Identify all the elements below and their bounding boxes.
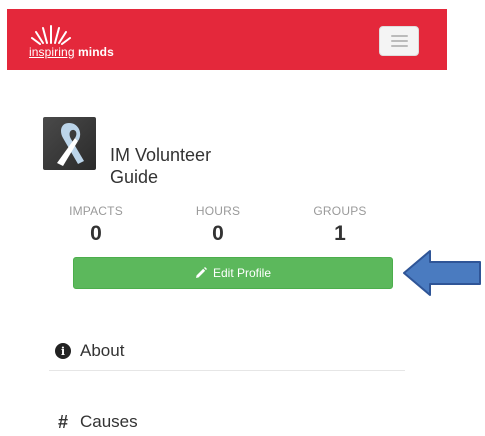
menu-item-about[interactable]: i About (55, 337, 124, 365)
logo-text-bold: minds (78, 45, 114, 59)
hashtag-icon: # (57, 411, 68, 432)
logo-text-thin: inspiring (29, 45, 75, 59)
menu-item-about-label: About (80, 341, 125, 360)
stat-hours-label: HOURS (195, 204, 241, 218)
awareness-ribbon-icon (57, 123, 84, 166)
profile-name: IM Volunteer Guide (110, 144, 211, 188)
profile-name-line1: IM Volunteer (110, 145, 212, 165)
menu-item-causes-label: Causes (80, 412, 138, 431)
logo[interactable]: inspiring minds (29, 23, 139, 59)
info-circle-icon: i (55, 343, 71, 359)
hamburger-icon-bar (391, 40, 408, 42)
logo-text: inspiring minds (29, 45, 114, 59)
menu-toggle-button[interactable] (379, 26, 419, 56)
profile-name-line2: Guide (110, 167, 159, 187)
pencil-icon (195, 267, 207, 278)
left-arrow-icon (403, 250, 481, 296)
stat-impacts-label: IMPACTS (69, 204, 123, 218)
edit-profile-label: Edit Profile (212, 266, 272, 280)
sunburst-logo-icon (31, 25, 71, 45)
menu-item-causes[interactable]: # Causes (55, 408, 138, 436)
stat-groups-value: 1 (334, 222, 346, 245)
navbar: inspiring minds (7, 9, 447, 70)
edit-profile-button[interactable]: Edit Profile (73, 257, 393, 289)
hamburger-icon-bar (391, 45, 408, 47)
stat-groups-label: GROUPS (313, 204, 367, 218)
divider (49, 370, 405, 371)
stat-hours-value: 0 (212, 222, 224, 245)
stat-impacts-value: 0 (90, 222, 102, 245)
avatar[interactable] (43, 117, 96, 170)
hamburger-icon (391, 35, 408, 37)
